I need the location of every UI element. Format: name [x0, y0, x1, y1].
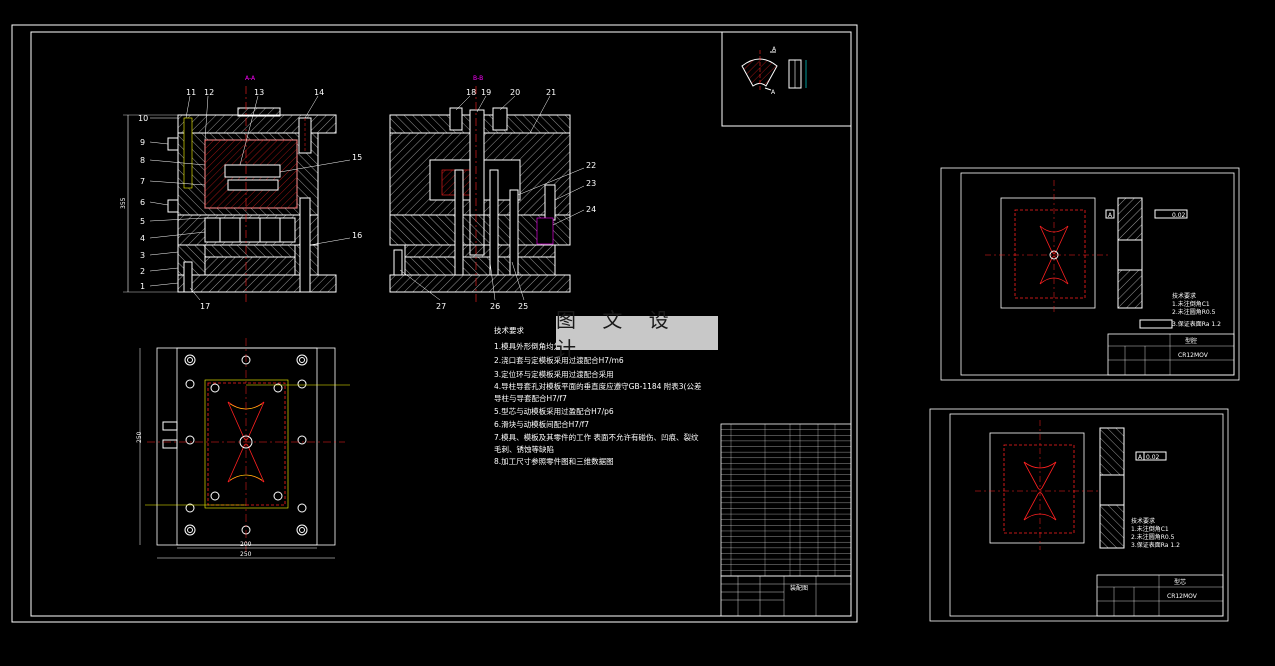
watermark-text: 图 文 设 计: [556, 308, 679, 361]
part-number: 20: [510, 88, 520, 97]
part-number: 16: [352, 231, 362, 240]
part-number: 24: [586, 205, 596, 214]
svg-text:3.保证表面Ra 1.2: 3.保证表面Ra 1.2: [1172, 320, 1221, 328]
dim-plan-height: 250: [136, 431, 143, 443]
watermark-banner: 图 文 设 计: [556, 308, 718, 361]
svg-text:1.未注倒角C1: 1.未注倒角C1: [1131, 525, 1169, 533]
svg-text:0.02: 0.02: [1172, 212, 1186, 219]
part-number: 14: [314, 88, 324, 97]
part-number: 26: [490, 302, 500, 311]
view-a-box: [721, 31, 852, 127]
part-number: 22: [586, 161, 596, 170]
svg-text:2.未注圆角R0.5: 2.未注圆角R0.5: [1131, 533, 1175, 541]
part-number: 15: [352, 153, 362, 162]
section-bb-assembly: [389, 86, 571, 302]
part-number: 27: [436, 302, 446, 311]
part-number: 1: [140, 282, 145, 291]
section-aa-assembly: 355: [120, 86, 337, 302]
main-sheet: A A A-A 355 B-B 1 2 3 4 5 6 7 8 9 10 11 …: [11, 24, 858, 623]
part-sheet-cavity: A 0.02 技术要求 1.未注倒角C1 2.未注圆角R0.5 3.保证表面Ra…: [940, 167, 1240, 381]
part-number: 2: [140, 267, 145, 276]
part-number: 5: [140, 217, 145, 226]
svg-text:3.保证表面Ra 1.2: 3.保证表面Ra 1.2: [1131, 541, 1180, 549]
core-notes-title: 技术要求: [1131, 517, 1155, 525]
cavity-notes-title: 技术要求: [1172, 292, 1196, 300]
part-number: 10: [138, 114, 148, 123]
svg-text:0.02: 0.02: [1146, 454, 1160, 461]
tech-line: 毛刺、锈蚀等缺陷: [494, 444, 554, 454]
title-block: 装配图: [720, 575, 852, 617]
part-number: 4: [140, 234, 145, 243]
section-aa-label: A-A: [245, 75, 256, 82]
view-a-sketch: A A: [741, 46, 807, 96]
tech-line: 7.模具、模板及其零件的工作 表面不允许有碰伤、凹痕、裂纹: [494, 432, 699, 442]
tech-line: 3.定位环与定模板采用过渡配合采用: [494, 369, 614, 379]
tech-line: 8.加工尺寸参照零件图和三维数据图: [494, 456, 614, 466]
section-bb-label: B-B: [473, 75, 483, 82]
part-number: 12: [204, 88, 214, 97]
tech-line: 5.型芯与动模板采用过盈配合H7/p6: [494, 406, 614, 416]
core-part-name: 型芯: [1174, 578, 1186, 586]
plan-view: 250 200 250: [136, 338, 350, 559]
cavity-material: CR12MOV: [1178, 352, 1209, 359]
part-number: 18: [466, 88, 476, 97]
part-number: 11: [186, 88, 196, 97]
cavity-part-name: 型腔: [1185, 337, 1197, 345]
dim-height: 355: [120, 197, 127, 209]
tech-line: 4.导柱导套孔对模板平面的垂直度应遵守GB-1184 附表3(公差: [494, 381, 702, 391]
dim-plan-width-inner: 200: [240, 541, 252, 548]
tech-title: 技术要求: [494, 325, 524, 335]
part-number: 8: [140, 156, 145, 165]
part-number: 21: [546, 88, 556, 97]
tech-line: 6.滑块与动模板间配合H7/f7: [494, 419, 589, 429]
part-number: 6: [140, 198, 145, 207]
part-number: 25: [518, 302, 528, 311]
bom-table: [720, 423, 852, 577]
title-block-name: 装配图: [790, 584, 808, 592]
part-number: 19: [481, 88, 491, 97]
core-material: CR12MOV: [1167, 593, 1198, 600]
svg-text:A: A: [771, 89, 776, 96]
tech-line: 导柱与导套配合H7/f7: [494, 393, 567, 403]
svg-text:1.未注倒角C1: 1.未注倒角C1: [1172, 300, 1210, 308]
part-sheet-core: A 0.02 技术要求 1.未注倒角C1 2.未注圆角R0.5 3.保证表面Ra…: [929, 408, 1229, 622]
view-a-arrow-label: A: [772, 46, 777, 53]
part-number: 3: [140, 251, 145, 260]
part-number: 7: [140, 177, 145, 186]
svg-text:2.未注圆角R0.5: 2.未注圆角R0.5: [1172, 308, 1216, 316]
part-number: 17: [200, 302, 210, 311]
part-number: 23: [586, 179, 596, 188]
dim-plan-width-outer: 250: [240, 551, 252, 558]
part-number: 13: [254, 88, 264, 97]
part-number: 9: [140, 138, 145, 147]
